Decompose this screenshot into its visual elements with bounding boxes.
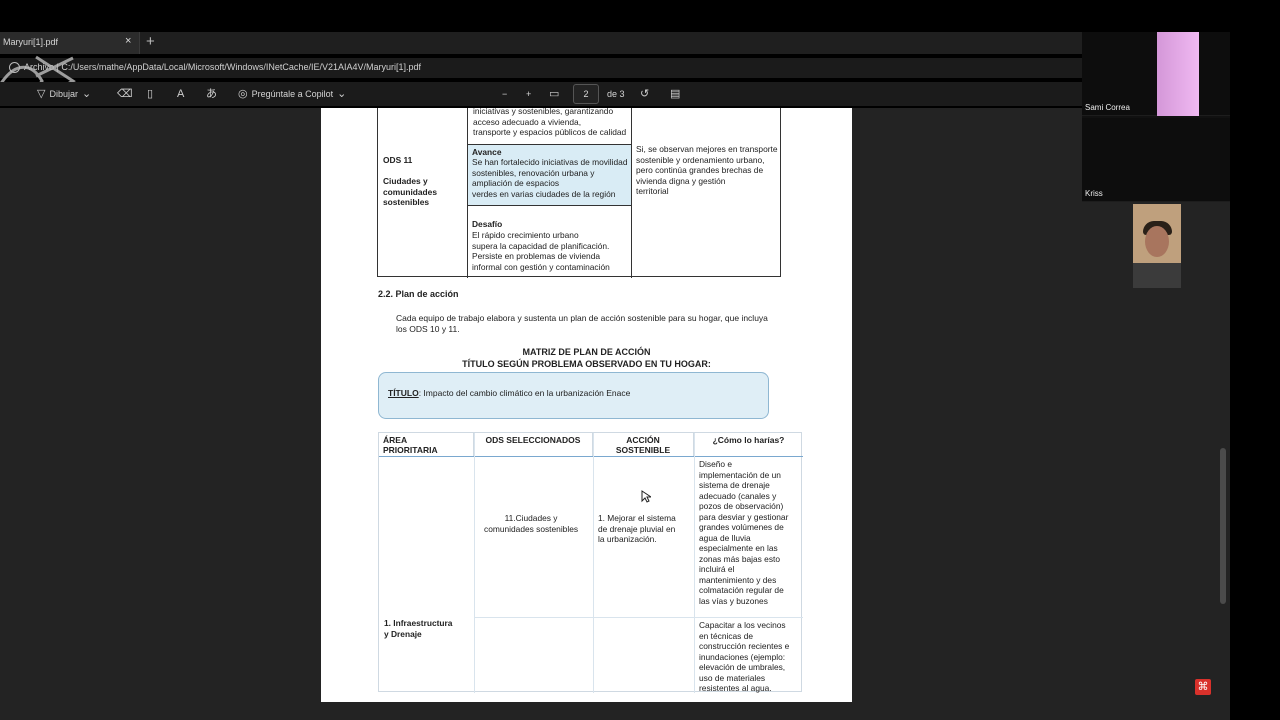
- chevron-down-icon: ⌄: [337, 88, 347, 100]
- zoom-in-button[interactable]: +: [526, 86, 531, 102]
- copilot-button[interactable]: ◎ Pregúntale a Copilot ⌄: [238, 86, 346, 102]
- ods-label: ODS 11: [383, 155, 413, 165]
- mouse-cursor-icon: [641, 490, 651, 503]
- header-area: ÁREA PRIORITARIA: [379, 433, 474, 456]
- avance-block: Avance Se han fortalecido iniciativas de…: [468, 144, 631, 206]
- pdf-toolbar: ▽ Dibujar ⌄ ⌫ ▯ A あ ◎ Pregúntale a Copil…: [0, 82, 1082, 106]
- how-cell-2: Capacitar a los vecinos en técnicas de c…: [699, 620, 790, 693]
- page-view-icon[interactable]: ▤: [670, 86, 680, 102]
- section-title: 2.2. Plan de acción: [378, 289, 459, 299]
- ods-right-text: Si, se observan mejores en transporte so…: [636, 144, 778, 196]
- avance-text: Se han fortalecido iniciativas de movili…: [472, 157, 628, 199]
- title-value: : Impacto del cambio climático en la urb…: [418, 388, 631, 398]
- action-plan-table: ÁREA PRIORITARIA ODS SELECCIONADOS ACCIÓ…: [378, 432, 803, 693]
- text-size-icon[interactable]: A: [177, 86, 184, 102]
- header-how: ¿Cómo lo harías?: [712, 435, 785, 445]
- close-icon[interactable]: ×: [125, 35, 131, 47]
- title-box: TÍTULO: Impacto del cambio climático en …: [378, 372, 769, 419]
- top-black-bar: [0, 0, 1280, 32]
- header-ods: ODS SELECCIONADOS: [474, 433, 593, 456]
- chevron-down-icon: ⌄: [81, 88, 92, 100]
- matrix-title: MATRIZ DE PLAN DE ACCIÓN: [522, 347, 651, 357]
- participant-name: Kriss: [1085, 189, 1103, 198]
- area-cell: 1. Infraestructura y Drenaje: [384, 618, 453, 639]
- column-divider: [474, 433, 475, 693]
- translate-icon[interactable]: あ: [206, 86, 217, 102]
- how-cell-1: Diseño e implementación de un sistema de…: [699, 459, 789, 606]
- avatar: [1133, 204, 1181, 288]
- browser-tab-bar: Maryuri[1].pdf × +: [0, 32, 1082, 54]
- header-action: ACCIÓN SOSTENIBLE: [593, 433, 694, 456]
- ods-cell: 11.Ciudades y comunidades sostenibles: [484, 513, 579, 534]
- draw-icon: ▽: [37, 88, 46, 100]
- new-tab-button[interactable]: +: [146, 33, 155, 50]
- action-cell: 1. Mejorar el sistema de drenaje pluvial…: [598, 513, 676, 544]
- title-text: TÍTULO: Impacto del cambio climático en …: [388, 388, 630, 398]
- row-divider: [474, 617, 803, 618]
- tab-title: Maryuri[1].pdf: [3, 37, 59, 47]
- right-black-area: [1230, 32, 1280, 720]
- column-divider: [694, 433, 695, 693]
- draw-label: Dibujar: [49, 89, 78, 99]
- address-bar[interactable]: Archivo | C:/Users/mathe/AppData/Local/M…: [0, 58, 1082, 78]
- pdf-page: ODS 11 Ciudades y comunidades sostenible…: [321, 108, 852, 702]
- ods-right-cell: Si, se observan mejores en transporte so…: [632, 108, 782, 278]
- avance-title: Avance: [472, 147, 502, 157]
- ods-table: ODS 11 Ciudades y comunidades sostenible…: [377, 108, 782, 278]
- desafio-title: Desafío: [472, 219, 503, 229]
- rotate-icon[interactable]: ↺: [640, 86, 649, 102]
- desafio-text: El rápido crecimiento urbano supera la c…: [472, 230, 610, 272]
- ods-middle-cell: iniciativas y sostenibles, garantizando …: [468, 108, 632, 278]
- page-total: de 3: [607, 89, 625, 99]
- pdf-tab[interactable]: Maryuri[1].pdf ×: [0, 32, 140, 54]
- panel-icon[interactable]: ▯: [147, 86, 153, 102]
- zoom-out-button[interactable]: −: [502, 86, 507, 102]
- copilot-icon: ◎: [238, 88, 248, 100]
- address-text[interactable]: Archivo | C:/Users/mathe/AppData/Local/M…: [24, 62, 421, 72]
- ods-title: Ciudades y comunidades sostenibles: [383, 176, 437, 207]
- copilot-label: Pregúntale a Copilot: [251, 89, 334, 99]
- title-label: TÍTULO: [388, 388, 419, 398]
- participant-name: Sami Correa: [1085, 103, 1130, 112]
- vertical-scrollbar[interactable]: [1220, 448, 1226, 604]
- header-divider: [379, 456, 803, 457]
- video-participants: Sami Correa Kriss: [1082, 32, 1230, 288]
- participant-tile[interactable]: Sami Correa: [1082, 32, 1230, 116]
- ods-top-text: iniciativas y sostenibles, garantizando …: [473, 108, 627, 137]
- draw-tool[interactable]: ▽ Dibujar ⌄: [37, 86, 91, 102]
- screen: Maryuri[1].pdf × + Archivo | C:/Users/ma…: [0, 0, 1280, 720]
- column-divider: [593, 433, 594, 693]
- fit-page-icon[interactable]: ▭: [549, 86, 559, 102]
- participant-video: [1157, 32, 1199, 116]
- participant-tile[interactable]: Kriss: [1082, 118, 1230, 288]
- pdf-icon[interactable]: ⌘: [1195, 679, 1211, 695]
- eraser-icon[interactable]: ⌫: [117, 86, 133, 102]
- ods-left-cell: ODS 11 Ciudades y comunidades sostenible…: [378, 108, 468, 278]
- page-number-input[interactable]: 2: [573, 84, 599, 104]
- section-text: Cada equipo de trabajo elabora y sustent…: [396, 313, 768, 334]
- matrix-subtitle: TÍTULO SEGÚN PROBLEMA OBSERVADO EN TU HO…: [462, 359, 711, 369]
